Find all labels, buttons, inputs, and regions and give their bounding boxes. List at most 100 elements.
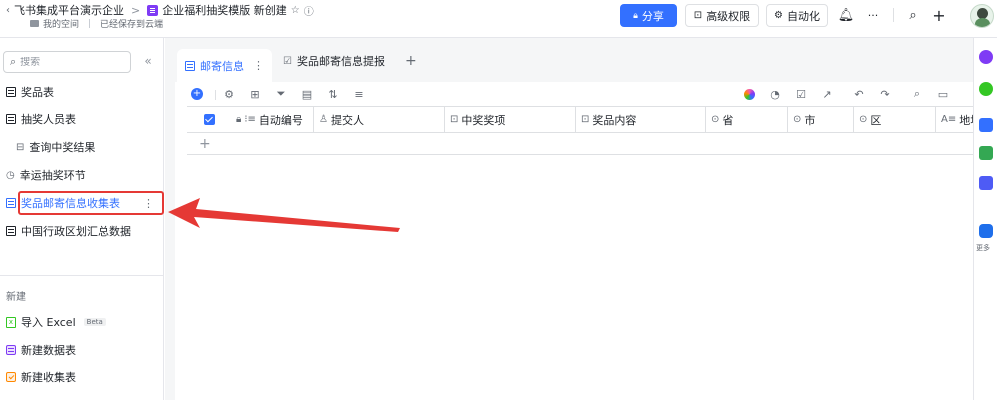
field-config-icon[interactable]: ⊞ xyxy=(247,86,263,102)
column-header-district[interactable]: ⊙ 区 xyxy=(854,107,936,132)
lock-icon: 🔒︎ xyxy=(236,114,242,125)
sidebar-item-prize-table[interactable]: 奖品表 xyxy=(0,81,163,103)
view-tabs: 邮寄信息 ⋮ ☑ 奖品邮寄信息提报 + xyxy=(165,38,973,82)
star-icon[interactable]: ☆ xyxy=(291,5,300,16)
folder-icon xyxy=(30,19,39,27)
calendar-app-icon[interactable] xyxy=(979,176,993,190)
filter-icon[interactable]: ⏷ xyxy=(273,86,289,102)
doc-title[interactable]: 企业福利抽奖模版 新创建 xyxy=(162,2,287,18)
add-row-button[interactable]: + xyxy=(187,133,973,155)
table-app-icon[interactable] xyxy=(979,146,993,160)
chat-icon[interactable] xyxy=(979,50,993,64)
dashboard-icon: ⊟ xyxy=(16,141,25,153)
header-divider xyxy=(893,8,894,22)
group-icon[interactable]: ▤ xyxy=(299,86,315,102)
column-header-address[interactable]: A≡ 地址 xyxy=(936,107,973,132)
tab-mailing-info[interactable]: 邮寄信息 ⋮ xyxy=(177,49,272,82)
sidebar-item-label: 中国行政区划汇总数据 xyxy=(21,225,131,238)
sidebar-item-query-results[interactable]: ⊟ 查询中奖结果 xyxy=(0,136,163,158)
toolbar-divider xyxy=(215,90,216,100)
share-button[interactable]: 🔒︎ 分享 xyxy=(620,4,677,27)
more-apps-label[interactable]: 更多 xyxy=(976,243,990,253)
data-grid: 🔒︎ ⁝≡ 自动编号 ♙ 提交人 ⊡ 中奖奖项 ⊡ 奖品内容 ⊙ 省 ⊙ 市 ⊙… xyxy=(187,106,973,155)
form-view-icon: ☑ xyxy=(283,55,292,67)
column-header-auto-number[interactable]: 🔒︎ ⁝≡ 自动编号 xyxy=(231,107,314,132)
highlight-box xyxy=(18,191,164,215)
sidebar-divider xyxy=(0,275,163,276)
lookup-icon: ⊡ xyxy=(581,114,590,125)
new-datatable-label: 新建数据表 xyxy=(21,344,76,357)
sidebar-item-label: 奖品表 xyxy=(21,86,54,99)
tab-more-icon[interactable]: ⋮ xyxy=(253,59,264,72)
back-chevron-icon[interactable]: ‹ xyxy=(6,5,10,16)
row-height-icon[interactable]: ≡ xyxy=(351,86,367,102)
automation-button[interactable]: ⚙ 自动化 xyxy=(766,4,828,27)
settings-icon[interactable]: ⚙ xyxy=(221,86,237,102)
advanced-permission-button[interactable]: ⊡ 高级权限 xyxy=(685,4,759,27)
new-datatable-button[interactable]: 新建数据表 xyxy=(0,339,163,361)
extension-icon[interactable] xyxy=(979,224,993,238)
sidebar-item-region-data[interactable]: 中国行政区划汇总数据 xyxy=(0,220,163,242)
sidebar-item-label: 幸运抽奖环节 xyxy=(19,169,86,182)
add-icon[interactable]: + xyxy=(930,6,948,25)
sidebar-item-label: 抽奖人员表 xyxy=(21,113,76,126)
single-select-icon: ⊙ xyxy=(793,114,802,125)
column-label: 提交人 xyxy=(330,113,364,127)
column-header-province[interactable]: ⊙ 省 xyxy=(706,107,788,132)
column-header-prize-level[interactable]: ⊡ 中奖奖项 xyxy=(445,107,576,132)
select-all-checkbox[interactable] xyxy=(187,107,231,132)
table-icon xyxy=(6,114,16,124)
breadcrumb-separator: > xyxy=(131,3,141,17)
tab-mailing-form[interactable]: ☑ 奖品邮寄信息提报 xyxy=(275,49,393,73)
notification-bell-icon[interactable]: 🔔︎ xyxy=(837,6,855,24)
share-view-icon[interactable]: ↗ xyxy=(819,86,835,102)
add-view-icon[interactable]: + xyxy=(405,53,417,69)
add-record-icon[interactable]: + xyxy=(189,86,205,102)
advanced-permission-label: 高级权限 xyxy=(706,9,751,23)
import-excel-button[interactable]: x 导入 Excel Beta xyxy=(0,311,163,333)
single-select-icon: ⊙ xyxy=(859,114,868,125)
column-header-city[interactable]: ⊙ 市 xyxy=(788,107,854,132)
search-input[interactable] xyxy=(20,56,121,68)
grid-sheet: 🔒︎ ⁝≡ 自动编号 ♙ 提交人 ⊡ 中奖奖项 ⊡ 奖品内容 ⊙ 省 ⊙ 市 ⊙… xyxy=(175,106,973,400)
doc-meta: 我的空间 已经保存到云端 xyxy=(30,17,163,30)
person-icon: ♙ xyxy=(319,114,328,125)
user-avatar[interactable] xyxy=(970,4,994,28)
avatar-app-icon[interactable] xyxy=(979,82,993,96)
column-label: 省 xyxy=(722,113,734,127)
new-form-button[interactable]: 新建收集表 xyxy=(0,366,163,388)
datatable-icon xyxy=(6,345,16,355)
collapse-sidebar-icon[interactable]: « xyxy=(140,53,156,69)
redo-icon[interactable]: ↷ xyxy=(877,86,893,102)
search-icon[interactable]: ⌕ xyxy=(904,6,922,24)
history-icon[interactable]: ◔ xyxy=(767,86,783,102)
column-header-submitter[interactable]: ♙ 提交人 xyxy=(314,107,445,132)
checklist-icon[interactable]: ☑ xyxy=(793,86,809,102)
column-header-prize-content[interactable]: ⊡ 奖品内容 xyxy=(576,107,706,132)
sidebar-search[interactable]: ⌕ xyxy=(3,51,131,73)
text-icon: A≡ xyxy=(941,114,957,125)
view-toolbar: + ⚙ ⊞ ⏷ ▤ ⇅ ≡ ◔ ☑ ↗ ↶ ↷ ⌕ ▭ xyxy=(175,82,973,106)
undo-icon[interactable]: ↶ xyxy=(851,86,867,102)
grid-header-row: 🔒︎ ⁝≡ 自动编号 ♙ 提交人 ⊡ 中奖奖项 ⊡ 奖品内容 ⊙ 省 ⊙ 市 ⊙… xyxy=(187,107,973,133)
arrow-head xyxy=(168,198,400,232)
breadcrumb: ‹ 飞书集成平台演示企业 > 企业福利抽奖模版 新创建 ☆ ⓘ xyxy=(6,2,314,18)
column-label: 地址 xyxy=(959,113,973,127)
sidebar-item-lucky-draw[interactable]: ◷ 幸运抽奖环节 xyxy=(0,164,163,186)
robot-icon: ⚙ xyxy=(774,10,783,21)
more-menu-icon[interactable]: ··· xyxy=(864,6,882,24)
ai-assistant-icon[interactable] xyxy=(741,86,757,102)
info-icon[interactable]: ⓘ xyxy=(304,3,314,18)
right-rail: 更多 xyxy=(973,38,997,400)
sheet-app-icon[interactable] xyxy=(979,118,993,132)
sidebar-item-participants[interactable]: 抽奖人员表 xyxy=(0,108,163,130)
grid-view-icon xyxy=(185,60,195,71)
find-icon[interactable]: ⌕ xyxy=(909,86,925,102)
single-select-icon: ⊙ xyxy=(711,114,720,125)
meta-divider xyxy=(89,18,91,28)
column-label: 区 xyxy=(870,113,882,127)
table-icon xyxy=(6,226,16,236)
comment-icon[interactable]: ▭ xyxy=(935,86,951,102)
sort-icon[interactable]: ⇅ xyxy=(325,86,341,102)
doc-location[interactable]: 我的空间 xyxy=(43,17,79,30)
